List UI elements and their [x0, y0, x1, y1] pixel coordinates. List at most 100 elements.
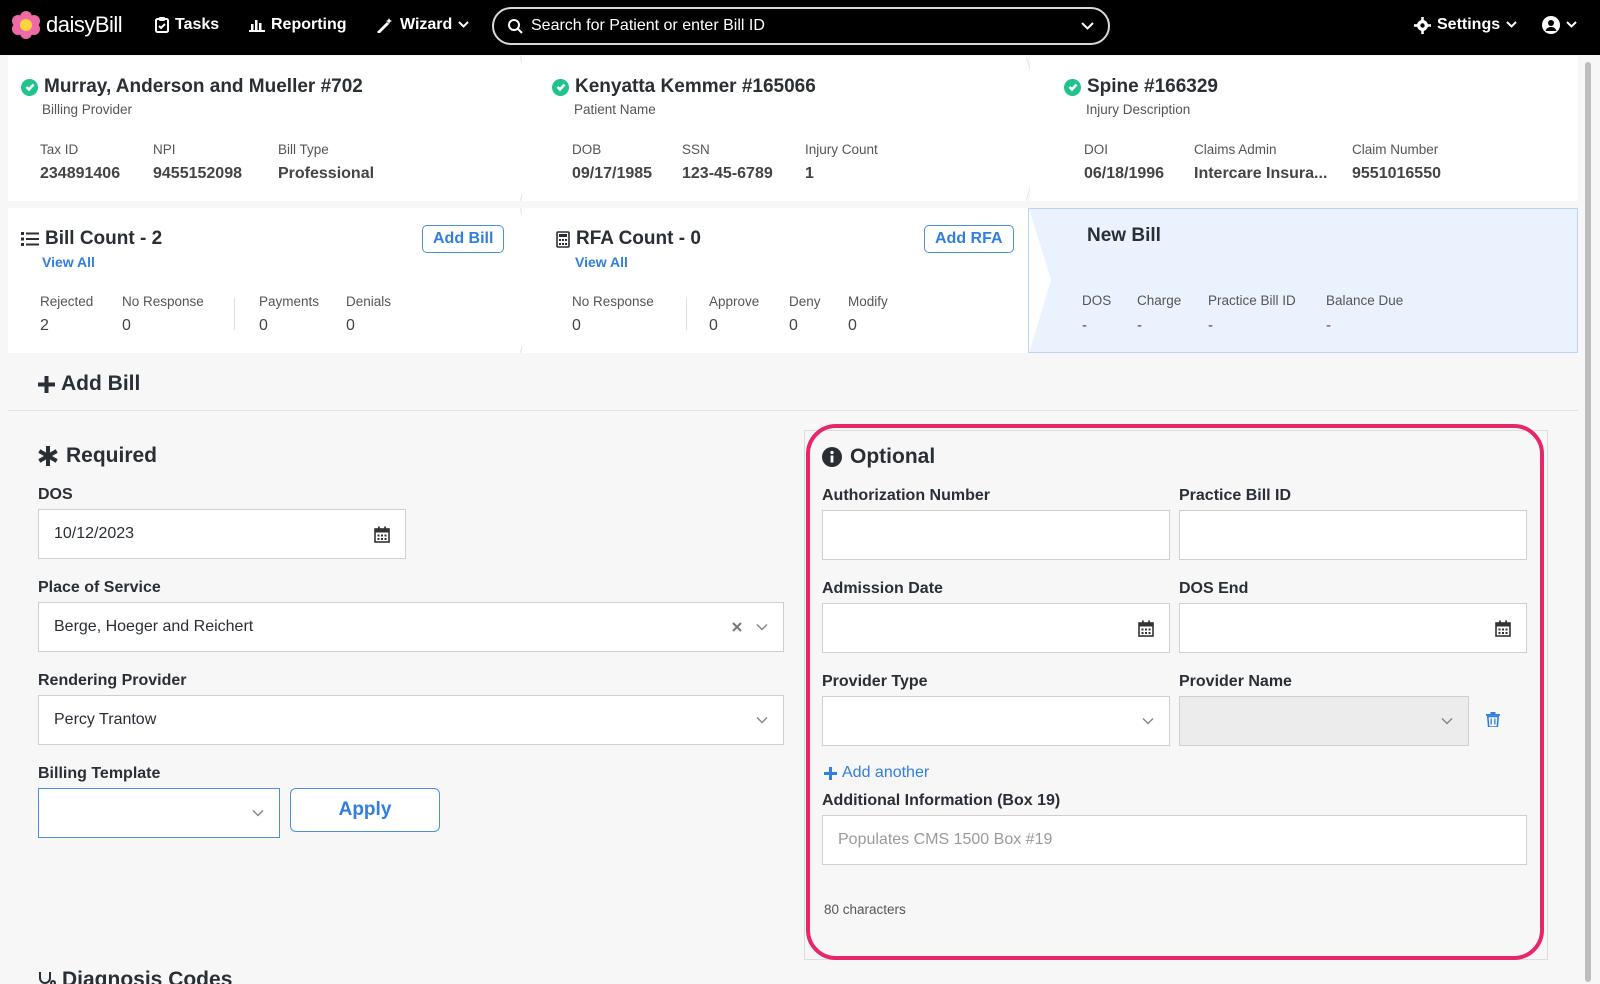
- apply-button[interactable]: Apply: [290, 788, 440, 832]
- authorization-number-input[interactable]: [822, 510, 1170, 560]
- add-bill-heading: Add Bill: [38, 372, 140, 396]
- practice-bill-id-label: Practice Bill ID: [1208, 293, 1296, 308]
- place-of-service-label: Place of Service: [38, 579, 161, 596]
- required-title: Required: [66, 444, 158, 467]
- search-placeholder: Search for Patient or enter Bill ID: [531, 17, 765, 34]
- tax-id-label: Tax ID: [40, 142, 79, 157]
- divider: [686, 298, 687, 330]
- nav-tasks[interactable]: Tasks: [155, 16, 219, 34]
- add-bill-button[interactable]: Add Bill: [422, 225, 505, 253]
- bar-chart-icon: [249, 20, 265, 32]
- claim-number-value: 9551016550: [1352, 165, 1441, 182]
- billing-template-select[interactable]: [38, 788, 280, 838]
- patient-card[interactable]: Kenyatta Kemmer #165066 Patient Name DOB…: [522, 56, 1028, 201]
- denials-value: 0: [346, 317, 355, 334]
- ssn-label: SSN: [682, 142, 710, 157]
- clear-icon[interactable]: [732, 622, 742, 632]
- add-rfa-button[interactable]: Add RFA: [924, 225, 1014, 253]
- user-menu[interactable]: [1542, 16, 1577, 34]
- bill-type-label: Bill Type: [278, 142, 329, 157]
- rfa-no-response-label: No Response: [572, 294, 654, 309]
- brand-name: daisyBill: [46, 12, 123, 37]
- injury-subtitle: Injury Description: [1086, 102, 1191, 117]
- provider-name-label: Provider Name: [1179, 673, 1292, 690]
- nav-settings-label: Settings: [1437, 16, 1501, 33]
- card-title: Bill Count - 2: [21, 228, 162, 250]
- dos-end-input[interactable]: [1179, 603, 1527, 653]
- add-bill-title: Add Bill: [61, 372, 141, 395]
- charge-value: -: [1137, 317, 1142, 334]
- chevron-down-icon: [1506, 21, 1517, 28]
- search-input[interactable]: Search for Patient or enter Bill ID: [492, 7, 1110, 45]
- nav-tasks-label: Tasks: [175, 16, 220, 33]
- plus-icon: [824, 766, 837, 780]
- denials-label: Denials: [346, 294, 392, 309]
- rejected-label: Rejected: [40, 294, 94, 309]
- nav-wizard[interactable]: Wizard: [376, 16, 470, 34]
- chevron-down-icon[interactable]: [252, 807, 264, 819]
- ssn-value: 123-45-6789: [682, 165, 773, 182]
- provider-type-select[interactable]: [822, 696, 1170, 746]
- rendering-provider-select[interactable]: Percy Trantow: [38, 695, 784, 745]
- chevron-down-icon[interactable]: [756, 621, 768, 633]
- add-another-link[interactable]: Add another: [824, 764, 929, 782]
- chevron-down-icon: [1441, 717, 1453, 725]
- dob-value: 09/17/1985: [572, 165, 653, 182]
- modify-value: 0: [848, 317, 857, 334]
- payments-value: 0: [259, 317, 268, 334]
- rfa-view-all-link[interactable]: View All: [575, 254, 628, 270]
- card-title: Spine #166329: [1064, 76, 1218, 98]
- nav-reporting-label: Reporting: [271, 16, 347, 33]
- rfa-no-response-value: 0: [572, 317, 581, 334]
- nav-settings[interactable]: Settings: [1414, 16, 1517, 34]
- calendar-icon[interactable]: [374, 526, 390, 543]
- injury-card[interactable]: Spine #166329 Injury Description DOI 06/…: [1030, 56, 1578, 201]
- daisy-logo-icon: [12, 11, 40, 39]
- chevron-down-icon[interactable]: [1081, 21, 1094, 31]
- practice-bill-id-value: -: [1208, 317, 1213, 334]
- dos-label: DOS: [1082, 293, 1112, 308]
- injury-name: Spine #166329: [1087, 76, 1218, 97]
- charge-label: Charge: [1137, 293, 1182, 308]
- dos-date-input[interactable]: 10/12/2023: [38, 509, 406, 559]
- billing-provider-card[interactable]: Murray, Anderson and Mueller #702 Billin…: [8, 56, 520, 201]
- admission-date-input[interactable]: [822, 603, 1170, 653]
- rfa-count-card: RFA Count - 0 View All Add RFA No Respon…: [522, 208, 1028, 353]
- magic-wand-icon: [377, 18, 392, 33]
- patient-subtitle: Patient Name: [574, 102, 656, 117]
- nav-reporting[interactable]: Reporting: [249, 16, 347, 34]
- bill-count-title: Bill Count - 2: [45, 228, 163, 249]
- chevron-down-icon[interactable]: [756, 714, 768, 726]
- bill-view-all-link[interactable]: View All: [42, 254, 95, 270]
- asterisk-icon: [38, 446, 58, 466]
- authorization-number-label: Authorization Number: [822, 487, 990, 504]
- additional-info-input[interactable]: Populates CMS 1500 Box #19: [822, 815, 1527, 865]
- check-circle-icon: [21, 78, 38, 96]
- tax-id-value: 234891406: [40, 165, 121, 182]
- balance-due-label: Balance Due: [1326, 293, 1404, 308]
- place-of-service-select[interactable]: Berge, Hoeger and Reichert: [38, 602, 784, 652]
- new-bill-title: New Bill: [1087, 225, 1161, 246]
- trash-icon[interactable]: [1486, 712, 1500, 732]
- calendar-icon[interactable]: [1138, 620, 1154, 637]
- no-response-value: 0: [122, 317, 131, 334]
- additional-info-placeholder: Populates CMS 1500 Box #19: [838, 831, 1053, 848]
- calendar-icon[interactable]: [1495, 620, 1511, 637]
- claim-number-label: Claim Number: [1352, 142, 1439, 157]
- no-response-label: No Response: [122, 294, 204, 309]
- logo[interactable]: daisyBill: [12, 11, 123, 39]
- npi-label: NPI: [153, 142, 176, 157]
- balance-due-value: -: [1326, 317, 1331, 334]
- deny-value: 0: [789, 317, 798, 334]
- provider-type-label: Provider Type: [822, 673, 928, 690]
- required-heading: Required: [38, 444, 157, 468]
- practice-bill-id-input[interactable]: [1179, 510, 1527, 560]
- scrollbar-thumb[interactable]: [1585, 62, 1591, 982]
- provider-name: Murray, Anderson and Mueller #702: [44, 76, 363, 97]
- vertical-scrollbar[interactable]: [1582, 56, 1594, 984]
- injury-count-label: Injury Count: [805, 142, 878, 157]
- chevron-down-icon[interactable]: [1142, 715, 1154, 727]
- additional-info-label: Additional Information (Box 19): [822, 792, 1061, 809]
- plus-icon: [38, 375, 55, 393]
- dos-date-value: 10/12/2023: [54, 525, 135, 542]
